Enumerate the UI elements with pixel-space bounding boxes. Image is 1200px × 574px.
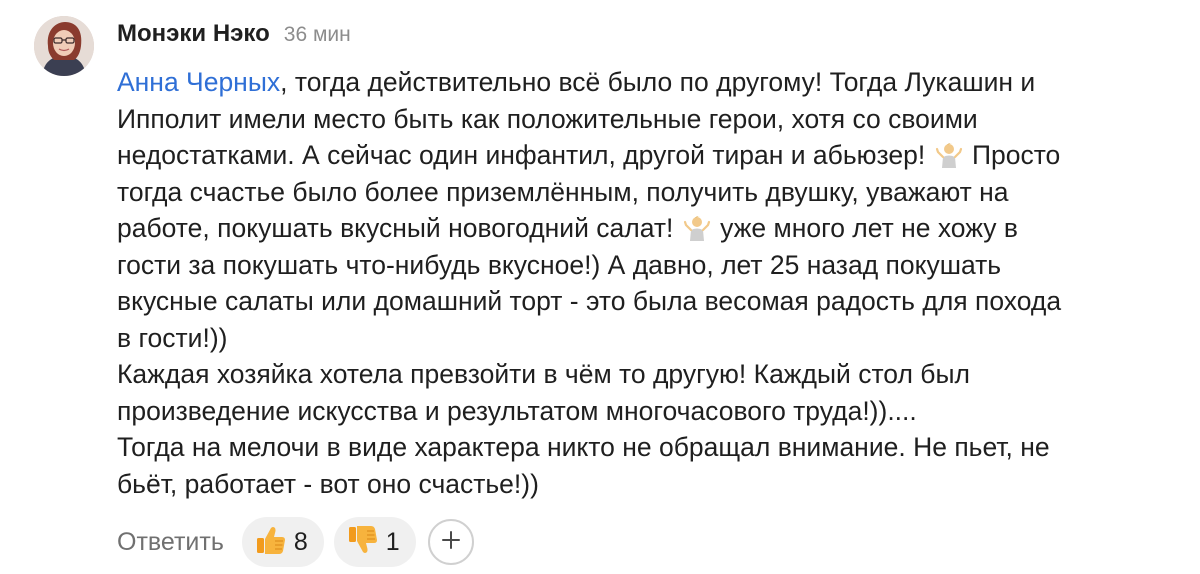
person-shrugging-icon (683, 213, 711, 241)
user-avatar-icon (34, 16, 94, 76)
dislike-count: 1 (385, 527, 400, 556)
comment-text: Анна Черных, тогда действительно всё был… (117, 64, 1177, 502)
author-name[interactable]: Монэки Нэко (117, 20, 270, 48)
comment: Монэки Нэко 36 мин Анна Черных, тогда де… (0, 0, 1200, 574)
text-line: Анна Черных, тогда действительно всё был… (117, 64, 1177, 101)
text-line: гости за покушать что-нибудь вкусное!) А… (117, 249, 1002, 280)
text-segment: уже много лет не хожу в (720, 213, 1018, 243)
text-segment: недостатками. А сейчас один инфантил, др… (117, 140, 926, 170)
text-line: недостатками. А сейчас один инфантил, др… (117, 137, 1177, 174)
text-line: Тогда на мелочи в виде характера никто н… (117, 432, 1050, 462)
text-segment: работе, покушать вкусный новогодний сала… (117, 213, 674, 243)
text-line: в гости!)) (117, 322, 228, 353)
text-line: Каждая хозяйка хотела превзойти в чём то… (117, 359, 970, 389)
dislike-button[interactable]: 1 (333, 517, 416, 567)
thumbs-down-icon (346, 523, 380, 562)
text-segment: , тогда действительно всё было по другом… (280, 67, 1036, 97)
text-line: Ипполит имели место быть как положительн… (117, 103, 978, 134)
text-line: вкусные салаты или домашний торт - это б… (117, 286, 1062, 316)
comment-time: 36 мин (283, 23, 351, 46)
comment-actions: Ответить 8 1 (117, 516, 474, 568)
text-line: бьёт, работает - вот оно счастье!)) (117, 468, 539, 499)
text-line: тогда счастье было более приземлённым, п… (117, 176, 1009, 207)
thumbs-up-icon (254, 523, 288, 562)
plus-icon (441, 530, 461, 555)
text-line: произведение искусства и результатом мно… (117, 395, 917, 426)
text-segment: Просто (971, 140, 1061, 170)
like-count: 8 (293, 527, 308, 556)
like-button[interactable]: 8 (241, 517, 324, 567)
avatar[interactable] (34, 16, 94, 76)
mention-link[interactable]: Анна Черных (117, 67, 280, 97)
text-line: работе, покушать вкусный новогодний сала… (117, 210, 1177, 247)
comment-header: Монэки Нэко 36 мин (117, 20, 351, 54)
reply-button[interactable]: Ответить (117, 528, 224, 557)
add-reaction-button[interactable] (427, 519, 474, 565)
person-shrugging-icon (935, 140, 963, 168)
